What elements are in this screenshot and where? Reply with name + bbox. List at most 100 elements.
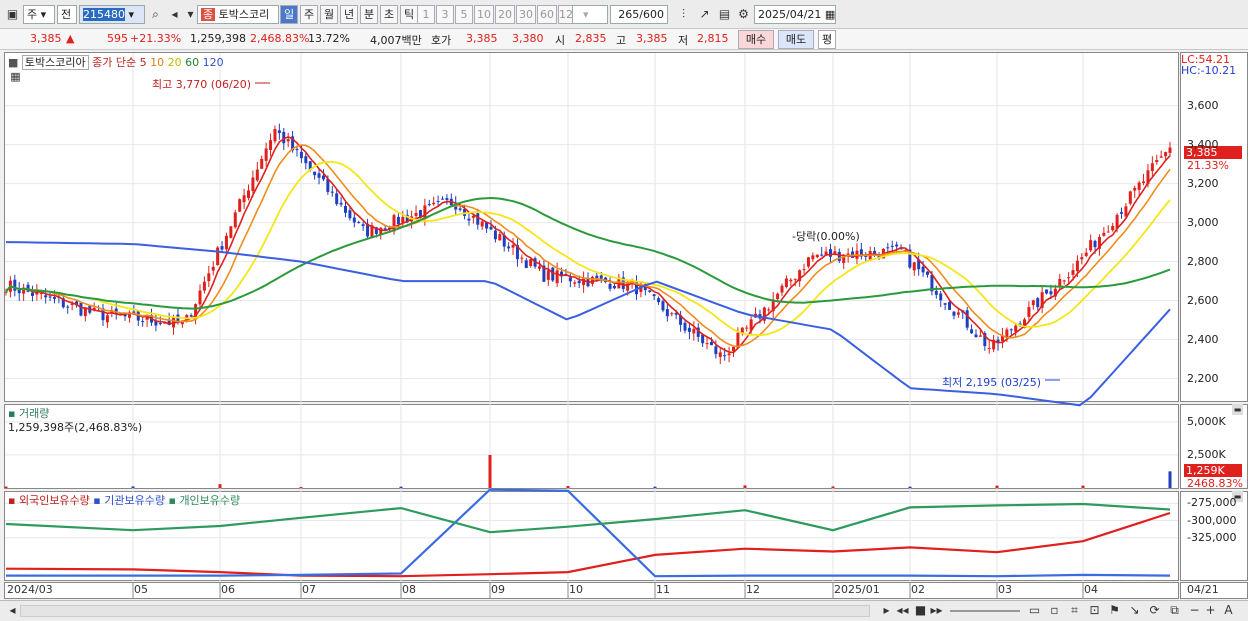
candles (4, 123, 1172, 365)
candle-body (577, 280, 581, 284)
candle-body (524, 260, 528, 268)
candle-body (441, 198, 444, 200)
x-tick-label: 03 (998, 583, 1012, 596)
price-tick-label: 2,400 (1187, 332, 1219, 346)
candle-body (436, 200, 440, 202)
candle-body (745, 327, 749, 329)
candle-body (48, 296, 52, 298)
candle-body (978, 335, 982, 337)
high-annotation: 최고 3,770 (06/20) (152, 78, 252, 91)
candle-body (277, 130, 281, 133)
candle-body (44, 295, 48, 298)
candle-body (1045, 289, 1049, 294)
candle-body (295, 149, 299, 151)
candle-body (344, 205, 347, 213)
candle-body (939, 293, 943, 301)
candle-body (1075, 260, 1079, 272)
candle-body (335, 193, 339, 205)
current-pct-tag: 21.33% (1187, 159, 1229, 172)
text-icon[interactable]: A (1220, 602, 1237, 619)
x-tick-label: 2024/03 (7, 583, 53, 596)
candle-body (507, 246, 511, 249)
candle-body (652, 294, 656, 296)
rewind-icon[interactable]: ◂◂ (894, 602, 911, 619)
candle-body (224, 235, 228, 250)
candle-body (79, 302, 83, 316)
candle-body (829, 249, 832, 257)
candle-body (304, 156, 308, 164)
zoom-out-icon[interactable]: ▫ (1046, 602, 1063, 619)
scroll-track[interactable] (20, 605, 870, 617)
volume-bar (488, 454, 492, 488)
candle-body (493, 230, 497, 240)
price-tick-label: 2,200 (1187, 371, 1219, 385)
copy-icon[interactable]: ⧉ (1166, 602, 1183, 619)
candle-body (1159, 156, 1163, 158)
flag-icon[interactable]: ⚑ (1106, 602, 1123, 619)
price-tick-label: 2,800 (1187, 254, 1219, 268)
stop-icon[interactable]: ■ (912, 602, 929, 619)
window-restore-icon[interactable]: ⊡ (1086, 602, 1103, 619)
candle-body (511, 244, 515, 248)
candle-body (1142, 181, 1146, 184)
plus-icon[interactable]: + (1202, 602, 1219, 619)
scroll-left-icon[interactable]: ◂ (4, 602, 21, 619)
candle-body (216, 247, 220, 266)
candle-body (317, 173, 321, 178)
candle-body (1014, 325, 1018, 332)
forward-icon[interactable]: ▸▸ (928, 602, 945, 619)
ma60-label: 60 (185, 56, 200, 69)
inst-legend: ▪ 기관보유수량 (93, 494, 165, 507)
play-icon[interactable]: ▸ (878, 602, 895, 619)
candle-body (1155, 159, 1159, 163)
candle-body (30, 292, 34, 296)
candle-body (1168, 147, 1172, 153)
candle-body (1111, 226, 1115, 231)
refresh-icon[interactable]: ⟳ (1146, 602, 1163, 619)
candle-body (207, 273, 211, 282)
candle-body (657, 298, 661, 303)
zoom-box-icon[interactable]: ▭ (1026, 602, 1043, 619)
tools-icon[interactable]: ⌗ (1066, 602, 1083, 619)
candle-body (414, 212, 418, 216)
volume-close-icon[interactable]: ▬ (1232, 404, 1243, 415)
candle-body (793, 278, 797, 280)
price-tick-label: 3,600 (1187, 98, 1219, 112)
candle-body (432, 202, 436, 205)
candle-body (238, 199, 242, 212)
minus-icon[interactable]: − (1186, 602, 1203, 619)
candle-body (912, 262, 916, 271)
volume-bar (566, 486, 570, 488)
zoom-slider[interactable] (950, 610, 1020, 612)
x-tick-label: 12 (746, 583, 760, 596)
candle-body (943, 303, 947, 305)
candle-body (158, 323, 162, 325)
candle-body (83, 308, 87, 317)
chart-canvas (4, 53, 1178, 598)
candle-body (1049, 291, 1053, 295)
volume-bar (995, 485, 999, 488)
x-tick-label: 10 (569, 583, 583, 596)
candle-body (1164, 152, 1168, 157)
candle-body (66, 306, 70, 308)
ma60-line (5, 196, 1171, 310)
candle-body (313, 171, 317, 176)
candle-body (921, 266, 925, 273)
candle-body (471, 215, 475, 218)
candle-body (806, 257, 810, 267)
ma120-label: 120 (202, 56, 224, 69)
candle-body (608, 283, 612, 289)
volume-bar (299, 486, 303, 488)
grid-icon[interactable]: ▦ (7, 68, 24, 85)
candle-body (269, 140, 273, 150)
mid-annotation: -당락(0.00%) (792, 230, 860, 243)
holding-legend: ▪ 외국인보유수량 ▪ 기관보유수량 ▪ 개인보유수량 (8, 492, 240, 508)
candle-body (1102, 232, 1106, 236)
price-legend: ■ 토박스코리아 종가 단순 5 10 20 60 120 (8, 54, 224, 70)
volume-bar (831, 486, 835, 488)
candle-body (948, 301, 952, 310)
candle-body (255, 169, 259, 181)
arrow-icon[interactable]: ↘ (1126, 602, 1143, 619)
candle-body (573, 282, 577, 284)
candle-body (229, 226, 233, 238)
